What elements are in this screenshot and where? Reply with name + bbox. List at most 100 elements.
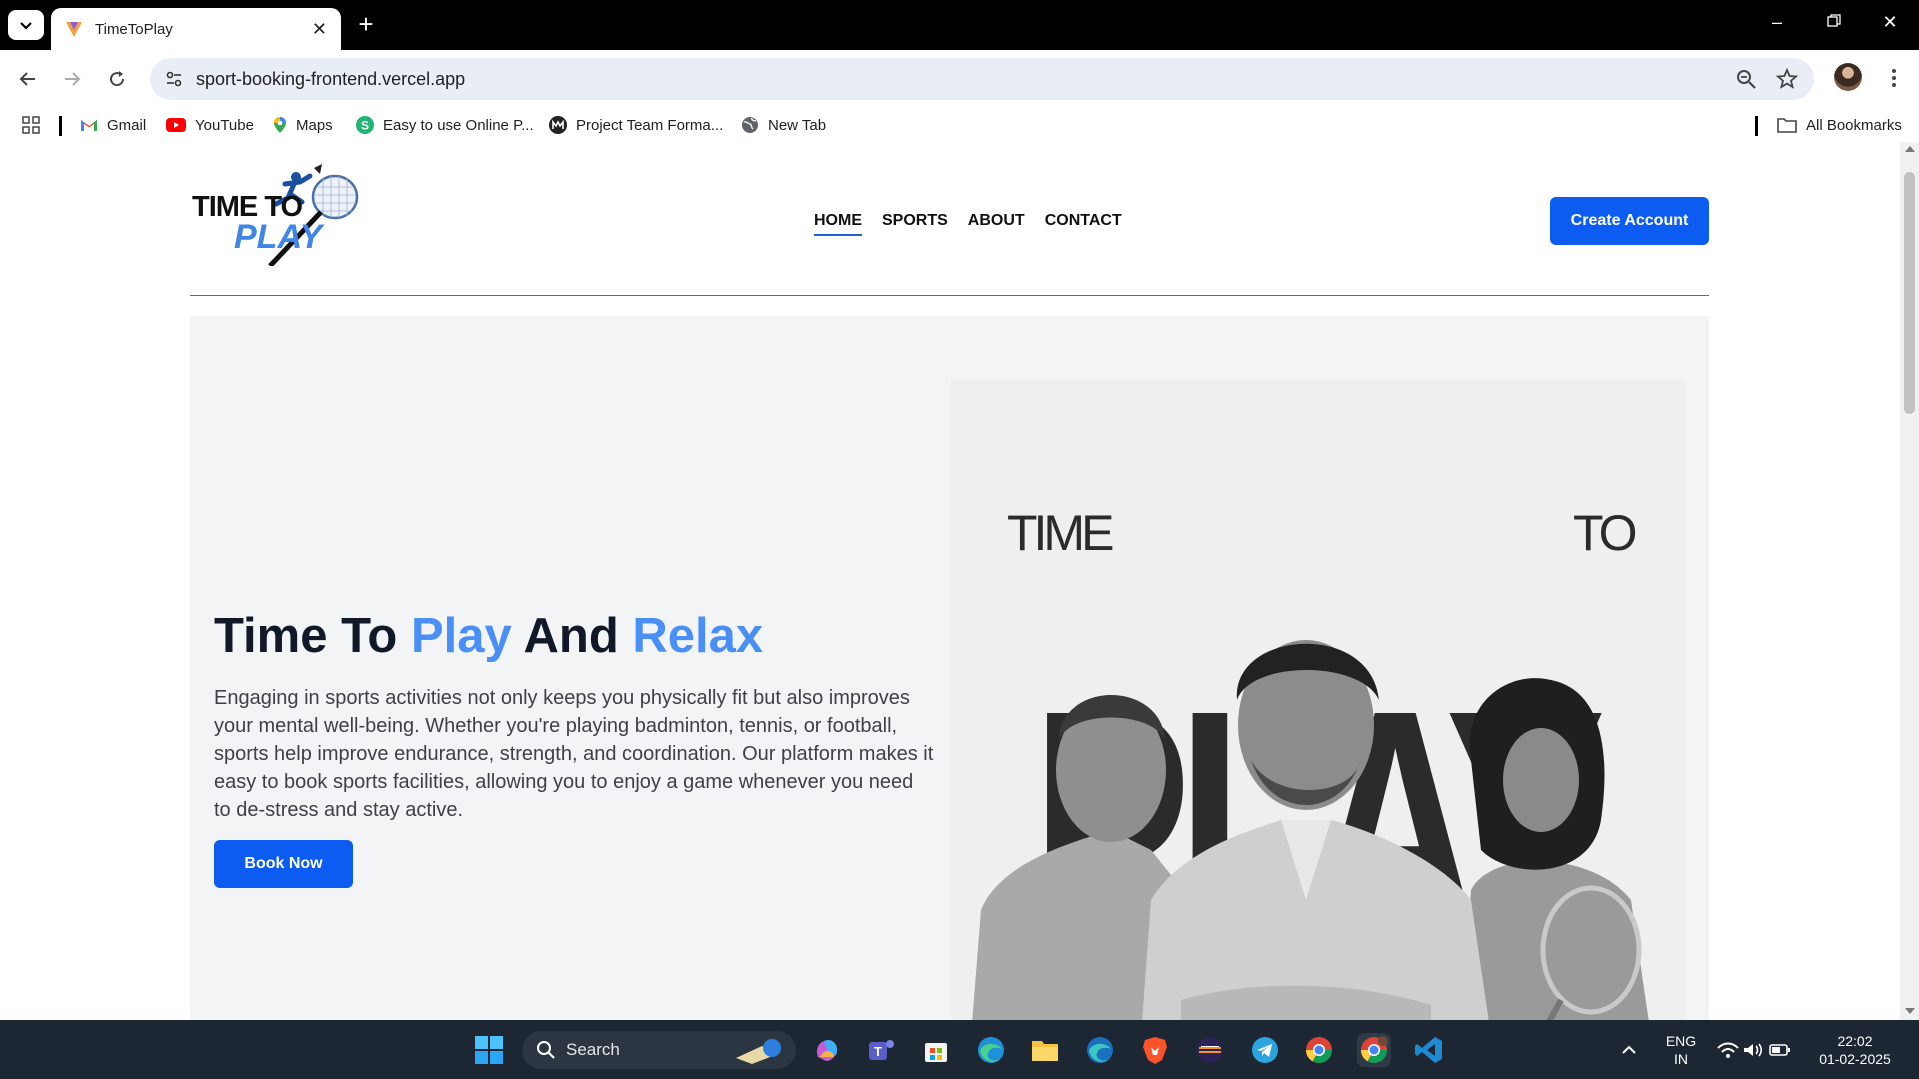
back-button[interactable] — [12, 63, 44, 95]
bookmark-gmail[interactable]: Gmail — [80, 114, 146, 136]
hero-title-accent: Relax — [632, 609, 764, 663]
tab-close-icon[interactable]: ✕ — [312, 19, 327, 40]
logo-text-play: PLAY — [234, 218, 325, 256]
arrow-left-icon — [19, 72, 35, 86]
svg-text:S: S — [361, 119, 369, 133]
scrollbar-thumb[interactable] — [1904, 172, 1915, 414]
bookmark-label: YouTube — [195, 116, 254, 134]
web-page: TIME TO PLAY HOME SPORTS ABOUT CONTACT C… — [0, 142, 1900, 1020]
youtube-icon — [166, 118, 186, 132]
clock-time: 22:02 — [1837, 1033, 1873, 1049]
bookmark-easy-to-use[interactable]: S Easy to use Online P... — [356, 114, 534, 136]
chrome-icon[interactable] — [1302, 1033, 1336, 1067]
book-now-button[interactable]: Book Now — [214, 840, 353, 888]
site-logo[interactable]: TIME TO PLAY — [190, 162, 370, 266]
main-nav: HOME SPORTS ABOUT CONTACT — [814, 212, 1122, 236]
bookmark-label: New Tab — [768, 116, 827, 134]
taskbar-search[interactable]: Search — [522, 1031, 796, 1069]
tab-title: TimeToPlay — [95, 20, 173, 38]
reload-icon — [110, 71, 125, 87]
forward-button[interactable] — [56, 63, 88, 95]
scroll-up-arrow-icon[interactable] — [1905, 146, 1915, 152]
browser-toolbar: sport-booking-frontend.vercel.app — [0, 50, 1919, 108]
reload-button[interactable] — [101, 63, 133, 95]
copilot-icon[interactable] — [810, 1033, 844, 1067]
hero-title-part: Time To — [214, 609, 411, 663]
edge-dev-icon[interactable] — [1083, 1033, 1117, 1067]
nav-about[interactable]: ABOUT — [968, 212, 1025, 236]
browser-tab-active[interactable]: TimeToPlay ✕ — [51, 8, 341, 50]
apps-grid-icon[interactable] — [22, 114, 40, 136]
bookmark-project-team[interactable]: Project Team Forma... — [549, 114, 723, 136]
nav-home[interactable]: HOME — [814, 212, 862, 236]
windows-start-icon[interactable] — [472, 1033, 506, 1067]
green-s-icon: S — [356, 116, 374, 134]
bookmark-label: Project Team Forma... — [576, 116, 724, 134]
folder-icon — [1777, 118, 1797, 133]
gmail-icon — [81, 120, 97, 131]
file-explorer-icon[interactable] — [1028, 1033, 1062, 1067]
hero-poster-image: PLAY TIME TO — [951, 380, 1686, 1020]
edge-icon[interactable] — [974, 1033, 1008, 1067]
m-logo-icon — [549, 116, 567, 134]
profile-avatar[interactable] — [1834, 63, 1862, 91]
browser-menu-icon[interactable] — [1880, 63, 1908, 93]
svg-text:T: T — [874, 1044, 882, 1059]
page-scrollbar[interactable] — [1900, 142, 1919, 1020]
maps-icon — [274, 117, 286, 133]
nav-sports[interactable]: SPORTS — [882, 212, 948, 236]
header-divider — [190, 295, 1709, 296]
battery-icon — [1769, 1044, 1790, 1056]
globe-icon — [742, 117, 758, 133]
zoom-icon[interactable] — [1735, 68, 1757, 90]
url-text: sport-booking-frontend.vercel.app — [196, 69, 466, 89]
volume-icon — [1744, 1043, 1763, 1057]
bookmark-youtube[interactable]: YouTube — [166, 114, 254, 136]
close-window-icon[interactable]: ✕ — [1878, 12, 1902, 36]
wifi-icon — [1717, 1042, 1739, 1058]
minimize-icon[interactable]: – — [1765, 12, 1789, 36]
hero-title: Time To Play And Relax — [214, 608, 763, 664]
nav-contact[interactable]: CONTACT — [1045, 212, 1122, 236]
clock[interactable]: 22:02 01-02-2025 — [1812, 1032, 1898, 1068]
all-bookmarks-label: All Bookmarks — [1806, 116, 1902, 134]
telegram-icon[interactable] — [1248, 1033, 1282, 1067]
create-account-button[interactable]: Create Account — [1550, 197, 1709, 245]
all-bookmarks[interactable]: All Bookmarks — [1777, 114, 1902, 136]
new-tab-button[interactable]: + — [352, 11, 380, 39]
brave-icon[interactable] — [1138, 1033, 1172, 1067]
microsoft-store-icon[interactable] — [919, 1033, 953, 1067]
search-icon — [537, 1041, 555, 1059]
vscode-icon[interactable] — [1412, 1033, 1446, 1067]
restore-icon[interactable] — [1822, 12, 1846, 36]
bookmark-star-icon[interactable] — [1775, 67, 1799, 91]
chrome-profile-icon[interactable] — [1357, 1033, 1391, 1067]
timetoplay-favicon-icon — [66, 22, 82, 37]
bookmark-new-tab[interactable]: New Tab — [741, 114, 826, 136]
arrow-right-icon — [65, 72, 81, 86]
system-tray-status[interactable] — [1716, 1033, 1792, 1067]
poster-text-to: TO — [1573, 505, 1636, 561]
tray-chevron-up-icon[interactable] — [1616, 1033, 1642, 1067]
eclipse-icon[interactable] — [1193, 1033, 1227, 1067]
bookmarks-separator — [59, 116, 62, 136]
hero-title-accent: Play — [410, 609, 512, 663]
teams-icon[interactable]: T — [864, 1033, 898, 1067]
hero-title-part: And — [511, 609, 633, 663]
windows-taskbar: Search T ENG IN 22:02 01-02-2025 — [0, 1020, 1919, 1079]
bookmarks-bar: Gmail YouTube Maps S Easy to use Online … — [0, 108, 1919, 142]
poster-text-time: TIME — [1007, 505, 1113, 561]
address-bar[interactable]: sport-booking-frontend.vercel.app — [150, 58, 1814, 100]
bookmark-label: Maps — [296, 116, 333, 134]
site-info-icon[interactable] — [164, 69, 184, 89]
search-highlight-icon — [736, 1039, 781, 1064]
language-indicator[interactable]: ENG IN — [1664, 1032, 1698, 1068]
language-line1: ENG — [1665, 1033, 1697, 1049]
bookmarks-separator — [1755, 116, 1758, 136]
tab-search-button[interactable] — [8, 10, 44, 40]
bookmark-maps[interactable]: Maps — [273, 114, 333, 136]
browser-titlebar: TimeToPlay ✕ + – ✕ — [0, 0, 1919, 50]
bookmark-label: Easy to use Online P... — [383, 116, 534, 134]
scroll-down-arrow-icon[interactable] — [1905, 1008, 1915, 1014]
language-line2: IN — [1674, 1051, 1688, 1067]
